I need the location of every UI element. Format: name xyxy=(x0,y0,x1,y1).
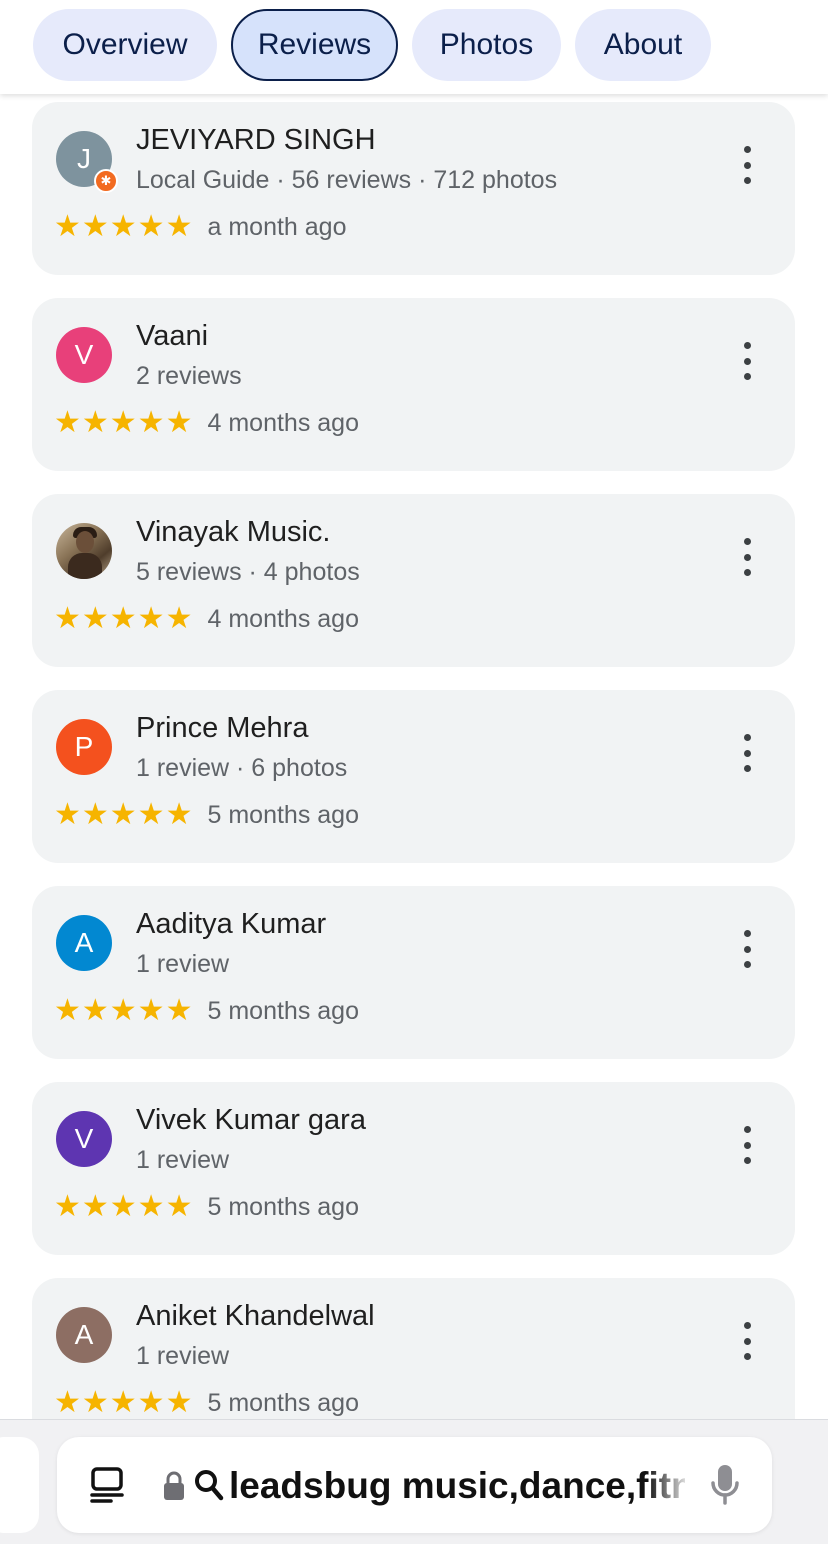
review-time: 5 months ago xyxy=(207,1192,359,1221)
star-rating: ★★★★★ xyxy=(54,798,194,831)
avatar[interactable]: A xyxy=(56,915,112,971)
microphone-icon[interactable] xyxy=(709,1463,741,1507)
tab-photos[interactable]: Photos xyxy=(412,9,561,81)
rating-row: ★★★★★ 5 months ago xyxy=(54,1388,359,1418)
rating-row: ★★★★★ 5 months ago xyxy=(54,1192,359,1222)
review-time: 5 months ago xyxy=(207,800,359,829)
rating-row: ★★★★★ 5 months ago xyxy=(54,800,359,830)
avatar[interactable]: V xyxy=(56,327,112,383)
reviewer-meta: Local Guide · 56 reviews · 712 photos xyxy=(136,166,558,194)
review-card[interactable]: V Vivek Kumar gara 1 review ★★★★★ 5 mont… xyxy=(32,1082,795,1255)
more-options-icon[interactable] xyxy=(730,1318,764,1364)
star-rating: ★★★★★ xyxy=(54,994,194,1027)
reviewer-meta: 1 review xyxy=(136,950,230,978)
reviewer-meta: 5 reviews · 4 photos xyxy=(136,558,360,586)
star-rating: ★★★★★ xyxy=(54,1190,194,1223)
reviewer-name[interactable]: Aniket Khandelwal xyxy=(136,1300,375,1333)
avatar[interactable]: V xyxy=(56,1111,112,1167)
avatar[interactable]: J ✱ xyxy=(56,131,118,193)
rating-row: ★★★★★ 4 months ago xyxy=(54,604,359,634)
review-card[interactable]: V Vaani 2 reviews ★★★★★ 4 months ago xyxy=(32,298,795,471)
rating-row: ★★★★★ a month ago xyxy=(54,212,346,242)
rating-row: ★★★★★ 4 months ago xyxy=(54,408,359,438)
address-bar[interactable]: leadsbug music,dance,fitness xyxy=(57,1437,772,1533)
review-card[interactable]: A Aaditya Kumar 1 review ★★★★★ 5 months … xyxy=(32,886,795,1059)
star-rating: ★★★★★ xyxy=(54,1386,194,1419)
local-guide-badge-icon: ✱ xyxy=(94,169,118,193)
more-options-icon[interactable] xyxy=(730,142,764,188)
more-options-icon[interactable] xyxy=(730,926,764,972)
tabs-icon[interactable] xyxy=(89,1466,125,1504)
review-card[interactable]: J ✱ JEVIYARD SINGH Local Guide · 56 revi… xyxy=(32,102,795,275)
tab-overview[interactable]: Overview xyxy=(33,9,217,81)
reviewer-name[interactable]: Aaditya Kumar xyxy=(136,908,326,941)
review-time: a month ago xyxy=(207,212,347,241)
reviewer-meta: 1 review xyxy=(136,1146,230,1174)
avatar-initial: P xyxy=(74,731,94,762)
review-time: 4 months ago xyxy=(207,604,359,633)
review-time: 5 months ago xyxy=(207,1388,359,1417)
more-options-icon[interactable] xyxy=(730,338,764,384)
review-card[interactable]: A Aniket Khandelwal 1 review ★★★★★ 5 mon… xyxy=(32,1278,795,1419)
avatar[interactable]: P xyxy=(56,719,112,775)
reviewer-meta: 1 review xyxy=(136,1342,230,1370)
avatar-initial: A xyxy=(74,927,94,958)
browser-toolbar: leadsbug music,dance,fitness xyxy=(0,1419,828,1544)
avatar-initial: J xyxy=(77,143,91,174)
reviewer-meta: 1 review · 6 photos xyxy=(136,754,348,782)
reviewer-meta: 2 reviews xyxy=(136,362,242,390)
review-card[interactable]: Vinayak Music. 5 reviews · 4 photos ★★★★… xyxy=(32,494,795,667)
reviewer-name[interactable]: Prince Mehra xyxy=(136,712,308,745)
tab-about[interactable]: About xyxy=(575,9,711,81)
more-options-icon[interactable] xyxy=(730,1122,764,1168)
avatar-initial: V xyxy=(74,339,94,370)
star-rating: ★★★★★ xyxy=(54,406,194,439)
lock-icon xyxy=(164,1471,184,1500)
tab-reviews[interactable]: Reviews xyxy=(231,9,398,81)
review-card[interactable]: P Prince Mehra 1 review · 6 photos ★★★★★… xyxy=(32,690,795,863)
review-time: 5 months ago xyxy=(207,996,359,1025)
reviewer-name[interactable]: Vivek Kumar gara xyxy=(136,1104,366,1137)
avatar-photo[interactable] xyxy=(56,523,112,579)
avatar-initial: V xyxy=(74,1123,94,1154)
star-rating: ★★★★★ xyxy=(54,602,194,635)
search-icon xyxy=(195,1470,224,1501)
reviewer-name[interactable]: Vinayak Music. xyxy=(136,516,331,549)
tab-bar: Overview Reviews Photos About xyxy=(0,0,828,94)
previous-tab-chip[interactable] xyxy=(0,1437,39,1533)
more-options-icon[interactable] xyxy=(730,730,764,776)
reviews-list[interactable]: J ✱ JEVIYARD SINGH Local Guide · 56 revi… xyxy=(0,94,828,1419)
star-rating: ★★★★★ xyxy=(54,210,194,243)
reviewer-name[interactable]: Vaani xyxy=(136,320,208,353)
avatar[interactable]: A xyxy=(56,1307,112,1363)
more-options-icon[interactable] xyxy=(730,534,764,580)
url-text[interactable]: leadsbug music,dance,fitness xyxy=(229,1463,685,1509)
review-time: 4 months ago xyxy=(207,408,359,437)
reviewer-name[interactable]: JEVIYARD SINGH xyxy=(136,124,376,157)
rating-row: ★★★★★ 5 months ago xyxy=(54,996,359,1026)
avatar-initial: A xyxy=(74,1319,94,1350)
